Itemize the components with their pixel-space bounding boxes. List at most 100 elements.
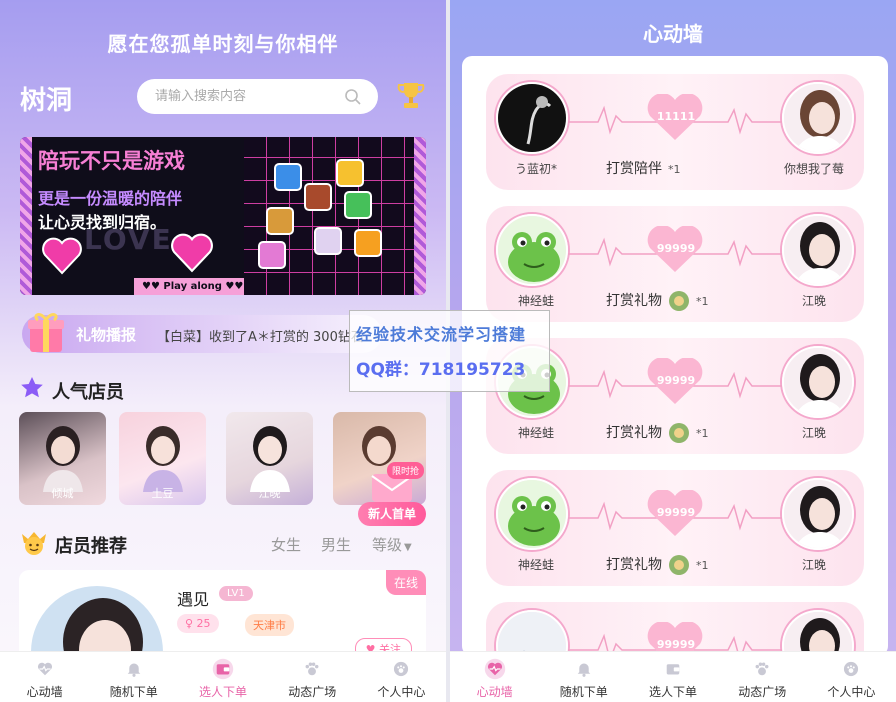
popular-staff-card[interactable]: 江晚 [226,412,313,505]
nav-item-0[interactable]: 心动墙 [450,652,539,702]
nav-item-3[interactable]: 动态广场 [268,652,357,702]
nav-label: 动态广场 [288,685,337,699]
nav-item-2[interactable]: 选人下单 [628,652,717,702]
game-tile-icon [266,207,294,235]
portrait-icon [250,426,290,492]
banner-edge [20,137,32,295]
watermark-line2: QQ群：718195723 [356,360,526,380]
trophy-icon[interactable] [396,80,426,112]
nav-item-1[interactable]: 随机下单 [89,652,178,702]
game-tile-icon [304,183,332,211]
search-icon[interactable] [344,88,362,106]
emoji-face-icon [22,532,46,555]
receiver-avatar[interactable] [782,478,854,550]
bottom-nav: 心动墙 随机下单 选人下单 动态广场 个人中心 [450,651,896,702]
heart-count: 99999 [656,506,696,519]
heart-wall-card[interactable]: 99999 神经蛙 江晚 打赏礼物 *1 [486,470,864,586]
staff-name: 倾城 [51,487,74,500]
filter-male[interactable]: 男生 [321,534,351,555]
game-tile-icon [274,163,302,191]
nav-label: 个人中心 [827,685,876,699]
gift-item-icon [669,555,689,575]
promo-banner[interactable]: 陪玩不只是游戏 更是一份温暖的陪伴 让心灵找到归宿。 LOVE ♥♥ Play … [20,137,426,295]
heartbeat-icon [37,662,52,676]
heart-wall-card[interactable]: 99999 神经蛙 江晚 打赏礼物 *1 [486,206,864,322]
gift-item-icon [669,291,689,311]
banner-edge [414,137,426,295]
user-paw-icon [844,661,859,677]
gift-label: 打赏礼物 [606,293,662,309]
gift-item-icon [669,423,689,443]
heart-wall-card[interactable]: 99999 [486,602,864,656]
receiver-name: 江晚 [801,294,826,308]
page-title: 心动墙 [643,22,703,46]
staff-name: 遇见 [177,590,210,609]
filter-level-label: 等级 [372,536,403,554]
gift-quantity: *1 [696,295,709,308]
gender-age-tag: ♀ 25 [177,614,219,633]
watermark: 经验技术交流学习搭建 QQ群：718195723 [349,310,550,392]
gift-quantity: *1 [696,427,709,440]
nav-item-4[interactable]: 个人中心 [357,652,446,702]
banner-game-grid [244,137,414,295]
new-user-first-order-button[interactable]: 新人首单 [358,502,426,526]
game-tile-icon [344,191,372,219]
nav-label: 随机下单 [559,685,608,699]
nav-label: 动态广场 [738,685,787,699]
gift-label: 打赏礼物 [606,557,662,573]
banner-love: LOVE [84,223,173,256]
gift-broadcast-label: 礼物播报 [76,326,137,344]
sender-avatar[interactable] [496,610,568,656]
city-tag: 天津市 [245,614,294,636]
banner-line1: 更是一份温暖的陪伴 [38,189,183,208]
receiver-avatar[interactable] [782,610,854,656]
heart-count: 99999 [656,242,696,255]
nav-item-0[interactable]: 心动墙 [0,652,89,702]
heart-icon [171,233,213,273]
heart-count: 11111 [656,110,696,123]
sender-avatar[interactable] [496,478,568,550]
nav-label: 个人中心 [377,685,426,699]
heart-wall-card[interactable]: 11111 う蓝初* 你想我了莓 打赏陪伴 *1 [486,74,864,190]
nav-item-3[interactable]: 动态广场 [718,652,807,702]
popular-staff-card[interactable]: 倾城 [19,412,106,505]
staff-name: 江晚 [258,487,281,500]
search-box[interactable] [137,79,378,114]
nav-item-1[interactable]: 随机下单 [539,652,628,702]
filter-level[interactable]: 等级 ▼ [372,534,412,555]
gift-broadcast-message: 【白菜】收到了A＊打赏的 300钻石 [157,330,364,345]
sender-name: 神经蛙 [517,558,554,572]
gift-broadcast-bar[interactable]: 礼物播报 【白菜】收到了A＊打赏的 300钻石 [22,315,382,353]
search-input[interactable] [155,79,345,114]
receiver-name: 江晚 [801,558,826,572]
nav-item-4[interactable]: 个人中心 [807,652,896,702]
caret-down-icon: ▼ [404,542,412,553]
recommend-title: 店员推荐 [55,536,127,557]
staff-name: 土豆 [151,487,174,500]
game-tile-icon [336,159,364,187]
receiver-avatar[interactable] [782,214,854,286]
receiver-avatar[interactable] [782,346,854,418]
bell-icon [577,663,591,677]
star-icon [21,377,43,398]
bottom-nav: 心动墙 随机下单 选人下单 动态广场 个人中心 [0,651,446,702]
nav-item-2[interactable]: 选人下单 [178,652,267,702]
sender-avatar[interactable] [496,82,568,154]
portrait-icon [43,426,83,492]
paw-icon [305,662,319,676]
level-badge: LV1 [219,586,253,601]
bell-icon [127,663,141,677]
heartbeat-icon [484,658,505,680]
gift-label: 打赏陪伴 [606,161,662,177]
heart-count: 99999 [656,638,696,651]
filter-female[interactable]: 女生 [271,534,301,555]
nav-label: 随机下单 [109,685,158,699]
popular-staff-card[interactable]: 土豆 [119,412,206,505]
wallet-icon [666,664,680,675]
popular-title: 人气店员 [52,382,124,403]
receiver-avatar[interactable] [782,82,854,154]
gift-info: 打赏礼物 *1 [606,422,746,444]
new-user-promo[interactable]: 限时抢 新人首单 [358,462,426,526]
nav-label: 选人下单 [649,685,698,699]
sender-avatar[interactable] [496,214,568,286]
